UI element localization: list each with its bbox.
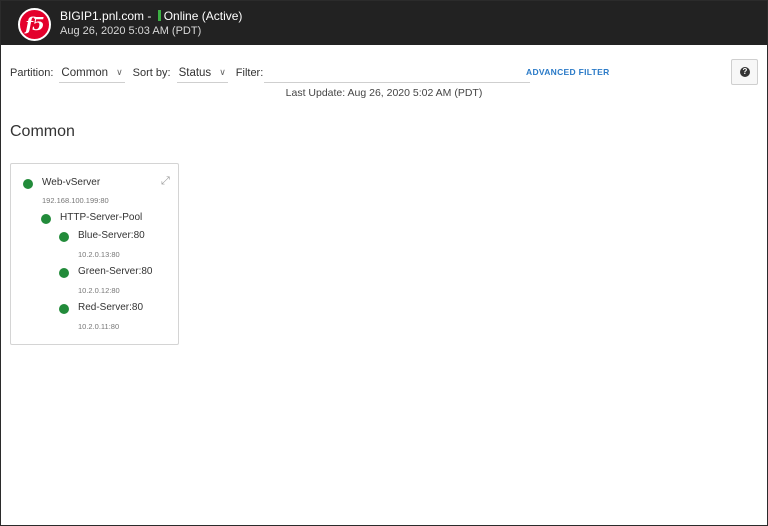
sortby-label: Sort by: (132, 67, 171, 79)
pool-status-icon (41, 214, 51, 224)
partition-label: Partition: (10, 67, 54, 79)
online-status-icon (157, 10, 161, 21)
chevron-down-icon: ∨ (219, 67, 226, 77)
member-status-icon (59, 304, 69, 314)
member-address: 10.2.0.13:80 (78, 250, 120, 259)
partition-select[interactable]: Common ∨ (59, 63, 125, 83)
member-address: 10.2.0.12:80 (78, 286, 120, 295)
filter-label: Filter: (235, 67, 264, 79)
vserver-address: 192.168.100.199:80 (42, 196, 109, 205)
advanced-filter-link[interactable]: ADVANCED FILTER (526, 67, 610, 77)
vserver-status-icon (23, 179, 33, 189)
sortby-select[interactable]: Status ∨ (176, 63, 228, 83)
member-status-icon (59, 232, 69, 242)
hostname: BIGIP1.pnl.com - (60, 9, 152, 23)
member-name[interactable]: Red-Server:80 (78, 302, 143, 313)
member-name[interactable]: Green-Server:80 (78, 266, 152, 277)
header-datetime: Aug 26, 2020 5:03 AM (PDT) (60, 25, 202, 37)
member-status-icon (59, 268, 69, 278)
sortby-value: Status (178, 66, 212, 79)
vserver-name[interactable]: Web-vServer (42, 177, 100, 188)
host-status-line: BIGIP1.pnl.com - Online (Active) (60, 9, 242, 23)
f5-logo: f5 (18, 8, 51, 41)
partition-value: Common (61, 66, 109, 79)
question-icon: ? (740, 67, 750, 77)
toolbar: Partition: Common ∨ Sort by: Status ∨ Fi… (10, 62, 531, 84)
help-button[interactable]: ? (731, 59, 758, 85)
pool-name[interactable]: HTTP-Server-Pool (60, 212, 142, 223)
chevron-down-icon: ∨ (116, 67, 123, 77)
member-name[interactable]: Blue-Server:80 (78, 230, 145, 241)
expand-icon[interactable]: ⤢ (161, 175, 170, 188)
status-text: Online (Active) (163, 9, 243, 23)
section-title: Common (10, 123, 75, 140)
last-update: Last Update: Aug 26, 2020 5:02 AM (PDT) (285, 87, 483, 99)
member-address: 10.2.0.11:80 (78, 322, 120, 331)
top-bar: f5 BIGIP1.pnl.com - Online (Active) Aug … (1, 1, 767, 45)
filter-input[interactable] (264, 63, 531, 83)
virtual-server-card[interactable]: ⤢ Web-vServer 192.168.100.199:80 HTTP-Se… (10, 163, 179, 345)
